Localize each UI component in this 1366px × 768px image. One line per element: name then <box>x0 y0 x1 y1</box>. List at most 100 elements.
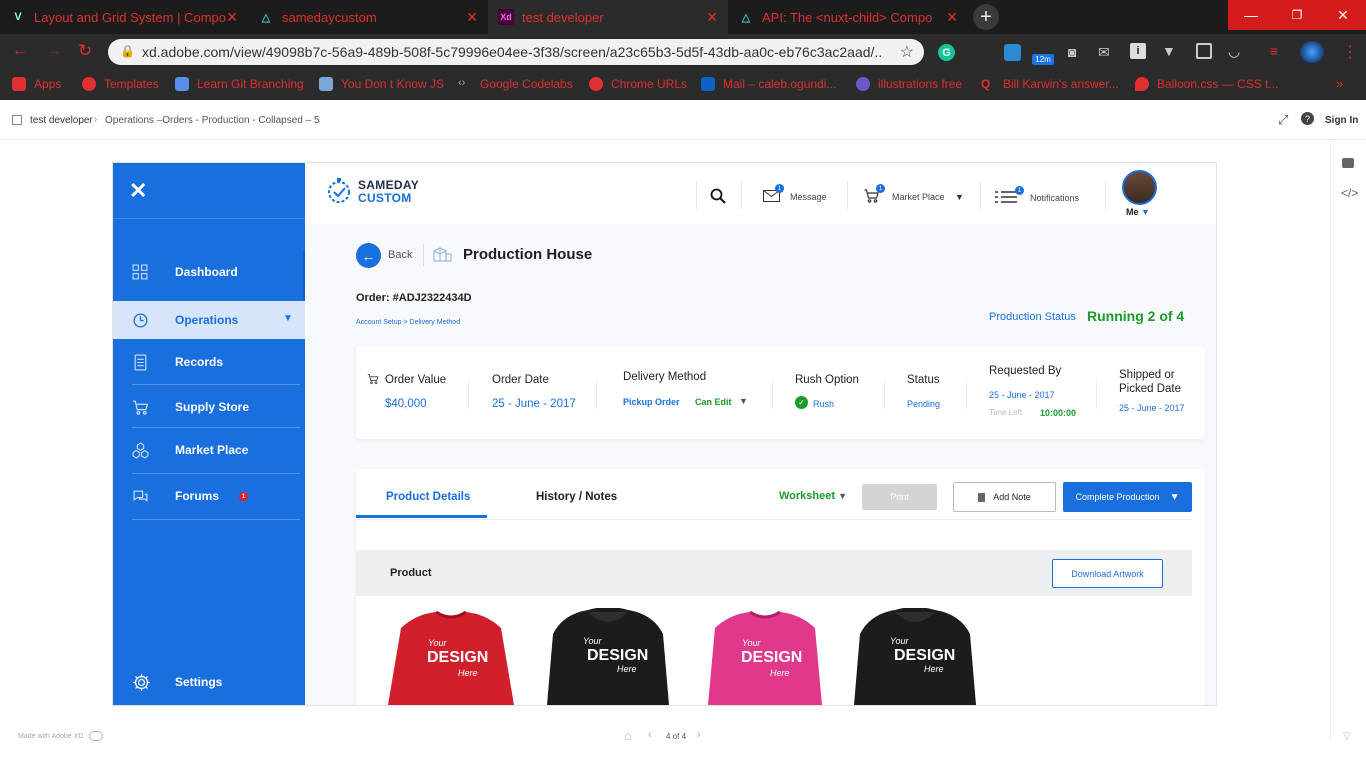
filter-icon[interactable]: ▽ <box>1343 731 1351 742</box>
sidebar-item-dashboard[interactable]: Dashboard <box>113 250 305 294</box>
back-arrow-icon[interactable]: ← <box>356 243 381 268</box>
browser-tab[interactable]: △ samedaycustom ✕ <box>248 0 488 34</box>
bookmark-item[interactable]: Learn Git Branching <box>175 77 304 91</box>
menu-dots-icon[interactable]: ⋮ <box>1342 42 1358 62</box>
mail-icon[interactable]: ✉ <box>1098 44 1110 61</box>
chevron-left-icon[interactable]: ‹ <box>648 729 652 741</box>
back-link[interactable]: Back <box>388 249 412 261</box>
search-icon[interactable] <box>710 188 726 204</box>
bookmark-item[interactable]: Balloon.css — CSS t... <box>1135 77 1278 91</box>
forward-arrow-icon[interactable]: → <box>46 42 62 60</box>
browser-tab[interactable]: △ API: The <nuxt-child> Componen ✕ <box>728 0 968 34</box>
me-label[interactable]: Me ▼ <box>1126 207 1150 217</box>
project-name[interactable]: test developer <box>30 115 93 126</box>
bookmark-apps[interactable]: Apps <box>12 77 61 91</box>
camera-icon[interactable]: ◙ <box>1068 44 1076 60</box>
divider <box>966 381 967 409</box>
divider <box>1330 140 1331 740</box>
back-arrow-icon[interactable]: ← <box>12 42 28 60</box>
divider <box>1096 381 1097 409</box>
close-window-button[interactable]: ✕ <box>1320 0 1366 30</box>
sidebar-item-supply-store[interactable]: Supply Store <box>113 385 305 429</box>
more-bookmarks-icon[interactable]: » <box>1336 76 1343 91</box>
avatar[interactable] <box>1122 170 1157 205</box>
bookmark-item[interactable]: You Don t Know JS <box>319 77 444 91</box>
can-edit-link[interactable]: Can Edit <box>695 397 732 407</box>
sidebar-item-label: Settings <box>175 675 223 689</box>
help-icon[interactable]: ? <box>1301 112 1314 125</box>
product-image-black-hoodie[interactable]: Your DESIGN Here <box>543 607 673 705</box>
info-icon[interactable]: i <box>1130 43 1146 59</box>
sidebar: ✕ Dashboard Operations ▼ Records Supply … <box>113 162 305 705</box>
close-tab-icon[interactable]: ✕ <box>706 9 718 26</box>
sidebar-item-operations[interactable]: Operations ▼ <box>113 301 305 339</box>
grammarly-icon[interactable]: G <box>938 44 955 61</box>
message-button[interactable]: 1 Message <box>763 184 843 209</box>
url-field[interactable]: 🔒 xd.adobe.com/view/49098b7c-56a9-489b-5… <box>108 39 924 65</box>
complete-production-button[interactable]: Complete Production ▼ <box>1063 482 1192 512</box>
page-indicator: 4 of 4 <box>666 732 687 741</box>
status-badge: Pending <box>907 399 941 409</box>
notifications-button[interactable]: 1 Notifications <box>995 185 1105 209</box>
caret-down-icon[interactable]: ▼ <box>739 396 748 406</box>
pocket-icon[interactable]: ◡ <box>1228 43 1240 60</box>
sidebar-item-settings[interactable]: Settings <box>113 660 305 704</box>
fullscreen-icon[interactable]: ⤢ <box>1278 112 1288 128</box>
product-image-pink-sweatshirt[interactable]: Your DESIGN Here <box>700 608 830 705</box>
product-image-black-hoodie[interactable]: Your DESIGN Here <box>850 607 980 705</box>
close-tab-icon[interactable]: ✕ <box>226 9 238 26</box>
tab-history-notes[interactable]: History / Notes <box>536 491 617 503</box>
bookmark-item[interactable]: Mail – caleb.ogundi... <box>701 77 836 91</box>
reading-list-icon[interactable]: ≡ <box>1270 43 1278 59</box>
browser-tab-active[interactable]: Xd test developer ✕ <box>488 0 728 34</box>
add-note-button[interactable]: Add Note <box>953 482 1056 512</box>
extension-icon[interactable] <box>1196 43 1212 59</box>
bookmark-item[interactable]: Templates <box>82 77 159 91</box>
bookmark-item[interactable]: illustrations free <box>856 77 962 91</box>
caret-down-icon: ▼ <box>283 313 293 324</box>
browser-tab[interactable]: V Layout and Grid System | Compo ✕ <box>0 0 248 34</box>
rush-option-label: Rush Option <box>795 374 859 386</box>
outlook-icon <box>701 77 715 91</box>
bookmark-item[interactable]: Chrome URLs <box>589 77 687 91</box>
vue-devtools-icon[interactable]: ▼ <box>1162 43 1176 59</box>
breadcrumb[interactable]: Account Setup > Delivery Method <box>356 319 460 326</box>
divider <box>772 381 773 409</box>
sign-in-link[interactable]: Sign In <box>1325 115 1358 126</box>
close-tab-icon[interactable]: ✕ <box>946 9 958 26</box>
sidebar-item-forums[interactable]: Forums 1 <box>113 474 305 518</box>
download-artwork-button[interactable]: Download Artwork <box>1052 559 1163 588</box>
status-label: Status <box>907 374 940 386</box>
bookmark-item[interactable]: Q Bill Karwin's answer... <box>981 77 1119 91</box>
star-icon[interactable]: ☆ <box>900 42 914 62</box>
divider <box>741 181 742 209</box>
close-tab-icon[interactable]: ✕ <box>466 9 478 26</box>
tab-product-details[interactable]: Product Details <box>386 491 470 503</box>
extension-icon[interactable] <box>1004 44 1021 61</box>
grid-icon[interactable] <box>12 115 22 125</box>
screen-name: Operations –Orders - Production - Collap… <box>105 115 320 126</box>
minimize-button[interactable]: — <box>1228 0 1274 30</box>
sidebar-item-market-place[interactable]: Market Place <box>113 428 305 472</box>
bookmark-item[interactable]: ‹› Google Codelabs <box>458 77 573 91</box>
maximize-button[interactable]: ❐ <box>1274 0 1320 30</box>
main-content: SAMEDAY CUSTOM 1 Message 1 Market Place … <box>305 162 1216 705</box>
reload-icon[interactable]: ↻ <box>78 41 92 61</box>
close-menu-icon[interactable]: ✕ <box>129 178 147 204</box>
print-button[interactable]: Print <box>862 484 937 510</box>
profile-avatar[interactable] <box>1300 41 1324 63</box>
divider <box>113 218 305 219</box>
sidebar-item-records[interactable]: Records <box>113 340 305 384</box>
comment-icon[interactable] <box>1342 158 1354 168</box>
brand-name-sub: CUSTOM <box>358 191 412 205</box>
worksheet-dropdown[interactable]: Worksheet ▼ <box>779 490 847 502</box>
records-icon <box>134 354 147 370</box>
page-title: Production House <box>463 246 593 263</box>
new-tab-button[interactable]: + <box>973 4 999 30</box>
home-icon[interactable]: ⌂ <box>624 729 631 743</box>
chevron-right-icon[interactable]: › <box>697 729 701 741</box>
code-view-icon[interactable]: </> <box>1341 186 1358 200</box>
product-image-red-sweatshirt[interactable]: Your DESIGN Here <box>386 608 516 705</box>
divider <box>423 244 424 266</box>
market-place-dropdown[interactable]: 1 Market Place ▼ <box>863 184 968 209</box>
